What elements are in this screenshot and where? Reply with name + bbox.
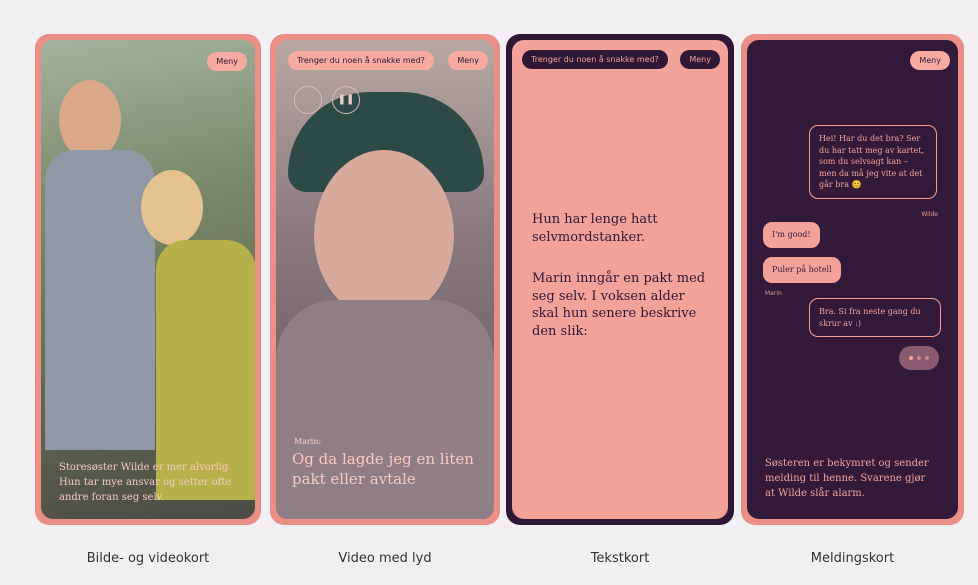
message-bubble-outgoing: Bra. Si fra neste gang du skrur av :) bbox=[809, 298, 941, 338]
message-sender: Marin bbox=[765, 290, 782, 297]
message-sender: Wilde bbox=[921, 211, 938, 218]
card-label: Meldingskort bbox=[810, 551, 895, 566]
card-photo bbox=[41, 40, 255, 519]
subtitle-text: Og da lagde jeg en liten pakt eller avta… bbox=[292, 450, 474, 488]
photo-figure-younger-girl bbox=[141, 170, 203, 245]
text-paragraph-2: Marin inngår en pakt med seg selv. I vok… bbox=[532, 271, 706, 339]
help-question-button[interactable]: Trenger du noen å snakke med? bbox=[522, 50, 668, 69]
message-bubble-incoming: Puler på hotell bbox=[763, 257, 841, 283]
video-face bbox=[314, 150, 454, 320]
video-card[interactable]: ❚❚ Trenger du noen å snakke med? Meny Ma… bbox=[270, 34, 500, 525]
text-paragraph-1: Hun har lenge hatt selvmordstanker. bbox=[532, 212, 658, 245]
typing-indicator-icon bbox=[899, 346, 939, 370]
menu-button[interactable]: Meny bbox=[910, 51, 950, 70]
menu-button[interactable]: Meny bbox=[207, 52, 247, 71]
photo-sweater bbox=[45, 150, 155, 450]
card-caption: Søsteren er bekymret og sender melding t… bbox=[765, 458, 929, 499]
card-caption: Storesøster Wilde er mer alvorlig. Hun t… bbox=[59, 462, 232, 503]
message-card[interactable]: Meny Hei! Har du det bra? Ser du har tat… bbox=[741, 34, 964, 525]
help-question-button[interactable]: Trenger du noen å snakke med? bbox=[288, 51, 434, 70]
replay-icon[interactable] bbox=[294, 86, 322, 114]
card-label: Bilde- og videokort bbox=[86, 551, 210, 566]
text-card[interactable]: Trenger du noen å snakke med? Meny Hun h… bbox=[506, 34, 734, 525]
menu-button[interactable]: Meny bbox=[680, 50, 720, 69]
menu-button[interactable]: Meny bbox=[448, 51, 488, 70]
pause-icon[interactable]: ❚❚ bbox=[332, 86, 360, 114]
image-video-card[interactable]: Meny Storesøster Wilde er mer alvorlig. … bbox=[35, 34, 261, 525]
speaker-name: Marin: bbox=[294, 437, 322, 446]
message-bubble-incoming: I'm good! bbox=[763, 222, 820, 248]
card-label: Video med lyd bbox=[338, 551, 432, 566]
card-label: Tekstkort bbox=[590, 551, 650, 566]
photo-figure-older-girl bbox=[59, 80, 121, 160]
message-bubble-outgoing: Hei! Har du det bra? Ser du har tatt meg… bbox=[809, 125, 937, 199]
